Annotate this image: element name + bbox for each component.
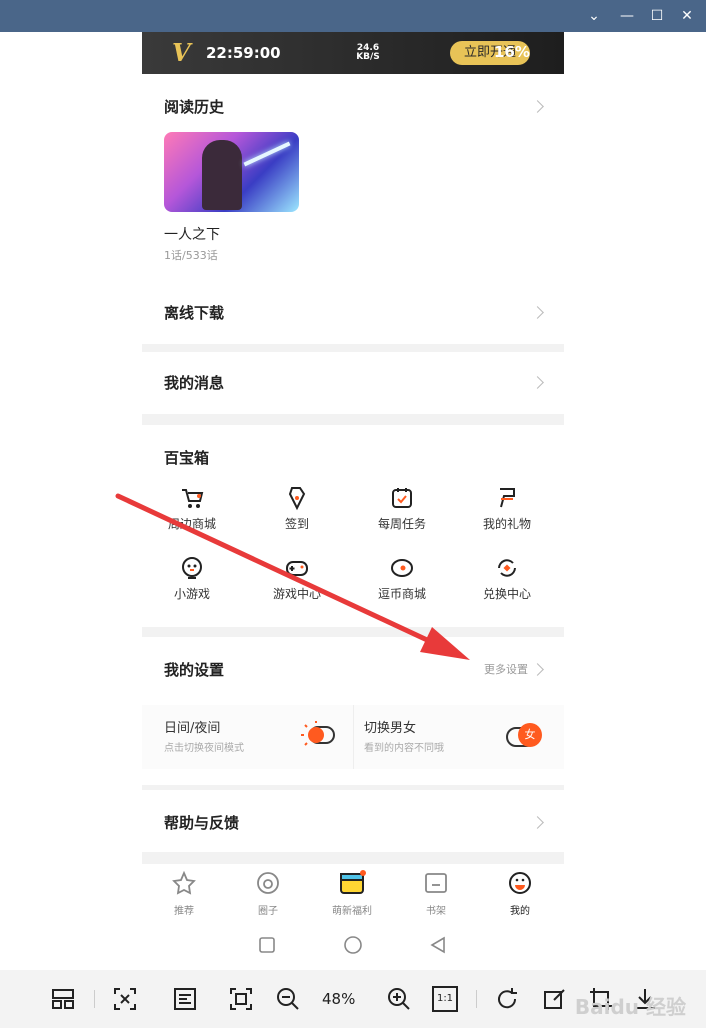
rotate-icon[interactable] <box>494 986 520 1012</box>
divider <box>476 990 477 1008</box>
ocr-icon[interactable] <box>172 986 198 1012</box>
zoom-in-icon[interactable] <box>386 986 412 1012</box>
zoom-out-icon[interactable] <box>275 986 301 1012</box>
edit-icon[interactable] <box>542 986 568 1012</box>
fit-window-icon[interactable] <box>112 986 138 1012</box>
fullscreen-icon[interactable] <box>228 986 254 1012</box>
baidu-watermark: Baidu 经验 <box>574 995 686 1019</box>
viewer-toolbar: 48% 1:1 Baidu 经验 <box>0 970 706 1028</box>
divider <box>94 990 95 1008</box>
actual-size-button[interactable]: 1:1 <box>432 986 458 1012</box>
zoom-level: 48% <box>322 990 356 1008</box>
annotation-arrow <box>115 493 470 660</box>
thumbnail-layout-icon[interactable] <box>50 986 76 1012</box>
